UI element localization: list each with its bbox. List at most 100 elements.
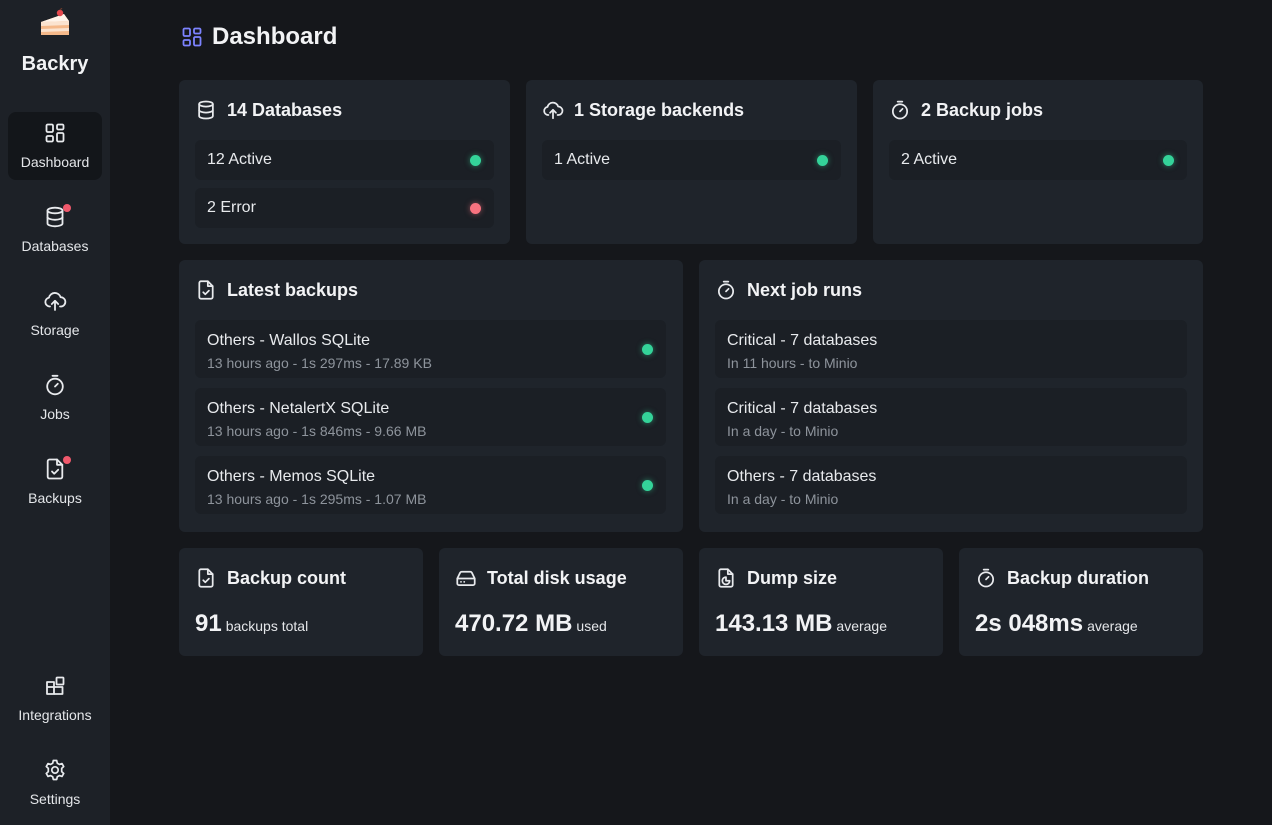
backup-title: Others - Memos SQLite xyxy=(207,468,376,485)
stat-line: 2s 048ms average xyxy=(975,610,1138,638)
app-logo[interactable]: Backry xyxy=(0,8,110,76)
status-row-active[interactable]: 1 Active xyxy=(542,140,841,180)
sidebar-item-label: Integrations xyxy=(18,707,92,723)
job-run-list-item[interactable]: Critical - 7 databases In a day - to Min… xyxy=(715,388,1187,446)
card-header: Backup count xyxy=(195,566,346,590)
card-header: Backup duration xyxy=(975,566,1149,590)
sidebar-item-label: Databases xyxy=(21,238,89,254)
card-title: Backup duration xyxy=(1007,567,1150,588)
status-dot-ok xyxy=(470,155,481,166)
status-dot-error xyxy=(470,203,481,214)
card-title: Total disk usage xyxy=(487,567,627,588)
status-row-active[interactable]: 12 Active xyxy=(195,140,494,180)
sidebar-item-label: Settings xyxy=(29,791,81,807)
backup-duration-card: Backup duration 2s 048ms average xyxy=(959,548,1203,656)
job-run-details: In a day - to Minio xyxy=(727,423,839,439)
card-header: Next job runs xyxy=(715,278,862,302)
sidebar-item-jobs[interactable]: Jobs xyxy=(8,364,102,432)
job-run-details: In 11 hours - to Minio xyxy=(727,355,858,371)
status-dot-ok xyxy=(642,412,653,423)
sidebar: Backry Dashboard Databases Storage Jobs … xyxy=(0,0,110,825)
disk-usage-card: Total disk usage 470.72 MB used xyxy=(439,548,683,656)
database-icon xyxy=(195,99,217,121)
card-title: 1 Storage backends xyxy=(574,99,745,120)
file-check-icon xyxy=(195,567,217,589)
sidebar-item-integrations[interactable]: Integrations xyxy=(8,665,102,733)
card-header: 1 Storage backends xyxy=(542,98,744,122)
stat-value: 91 xyxy=(195,610,222,637)
storage-card[interactable]: 1 Storage backends 1 Active xyxy=(526,80,857,244)
status-dot-ok xyxy=(1163,155,1174,166)
status-row-active[interactable]: 2 Active xyxy=(889,140,1187,180)
cake-slice-icon xyxy=(38,8,72,40)
backup-count-card: Backup count 91 backups total xyxy=(179,548,423,656)
sidebar-item-settings[interactable]: Settings xyxy=(8,749,102,817)
stat-value: 143.13 MB xyxy=(715,610,833,637)
card-header: Dump size xyxy=(715,566,837,590)
stat-value: 470.72 MB xyxy=(455,610,573,637)
grid-icon xyxy=(43,121,67,145)
databases-card[interactable]: 14 Databases 12 Active 2 Error xyxy=(179,80,510,244)
timer-icon xyxy=(975,567,997,589)
sidebar-item-databases[interactable]: Databases xyxy=(8,196,102,264)
card-header: Latest backups xyxy=(195,278,358,302)
status-row-error[interactable]: 2 Error xyxy=(195,188,494,228)
file-chart-icon xyxy=(715,567,737,589)
stat-unit: used xyxy=(576,618,607,634)
sidebar-item-label: Backups xyxy=(28,490,82,506)
card-title: 14 Databases xyxy=(227,99,343,120)
status-label: 12 Active xyxy=(207,151,272,168)
hard-drive-icon xyxy=(455,567,477,589)
backup-title: Others - Wallos SQLite xyxy=(207,332,371,349)
timer-icon xyxy=(715,279,737,301)
sidebar-item-label: Storage xyxy=(30,322,80,338)
card-title: Latest backups xyxy=(227,279,359,300)
job-run-title: Critical - 7 databases xyxy=(727,332,878,349)
sidebar-item-label: Jobs xyxy=(40,406,70,422)
next-job-runs-card: Next job runs Critical - 7 databases In … xyxy=(699,260,1203,532)
notification-badge xyxy=(63,204,71,212)
job-run-list-item[interactable]: Others - 7 databases In a day - to Minio xyxy=(715,456,1187,514)
job-run-list-item[interactable]: Critical - 7 databases In 11 hours - to … xyxy=(715,320,1187,378)
status-dot-ok xyxy=(642,480,653,491)
file-check-icon xyxy=(195,279,217,301)
backup-list-item[interactable]: Others - Memos SQLite 13 hours ago - 1s … xyxy=(195,456,666,514)
stat-line: 143.13 MB average xyxy=(715,610,887,638)
stat-line: 470.72 MB used xyxy=(455,610,607,638)
gear-icon xyxy=(43,758,67,782)
timer-icon xyxy=(889,99,911,121)
jobs-card[interactable]: 2 Backup jobs 2 Active xyxy=(873,80,1203,244)
card-header: 14 Databases xyxy=(195,98,342,122)
latest-backups-card: Latest backups Others - Wallos SQLite 13… xyxy=(179,260,683,532)
sidebar-item-backups[interactable]: Backups xyxy=(8,448,102,516)
page-title: Dashboard xyxy=(180,22,337,52)
cloud-upload-icon xyxy=(43,289,67,313)
stat-line: 91 backups total xyxy=(195,610,308,638)
sidebar-item-storage[interactable]: Storage xyxy=(8,280,102,348)
sidebar-item-label: Dashboard xyxy=(20,154,90,170)
backup-list-item[interactable]: Others - Wallos SQLite 13 hours ago - 1s… xyxy=(195,320,666,378)
card-title: 2 Backup jobs xyxy=(921,99,1044,120)
card-header: Total disk usage xyxy=(455,566,627,590)
stat-unit: average xyxy=(836,618,887,634)
page-title-text: Dashboard xyxy=(212,23,338,50)
stat-unit: average xyxy=(1087,618,1138,634)
app-name: Backry xyxy=(21,53,89,75)
status-label: 1 Active xyxy=(554,151,611,168)
backup-details: 13 hours ago - 1s 297ms - 17.89 KB xyxy=(207,355,432,371)
job-run-title: Critical - 7 databases xyxy=(727,400,878,417)
status-dot-ok xyxy=(817,155,828,166)
stat-unit: backups total xyxy=(225,618,309,634)
card-header: 2 Backup jobs xyxy=(889,98,1043,122)
backup-list-item[interactable]: Others - NetalertX SQLite 13 hours ago -… xyxy=(195,388,666,446)
stat-value: 2s 048ms xyxy=(975,610,1084,637)
status-label: 2 Active xyxy=(901,151,958,168)
dump-size-card: Dump size 143.13 MB average xyxy=(699,548,943,656)
grid-icon xyxy=(180,25,204,49)
job-run-title: Others - 7 databases xyxy=(727,468,877,485)
card-title: Backup count xyxy=(227,567,347,588)
sidebar-item-dashboard[interactable]: Dashboard xyxy=(8,112,102,180)
backup-details: 13 hours ago - 1s 846ms - 9.66 MB xyxy=(207,423,427,439)
status-dot-ok xyxy=(642,344,653,355)
cloud-upload-icon xyxy=(542,99,564,121)
